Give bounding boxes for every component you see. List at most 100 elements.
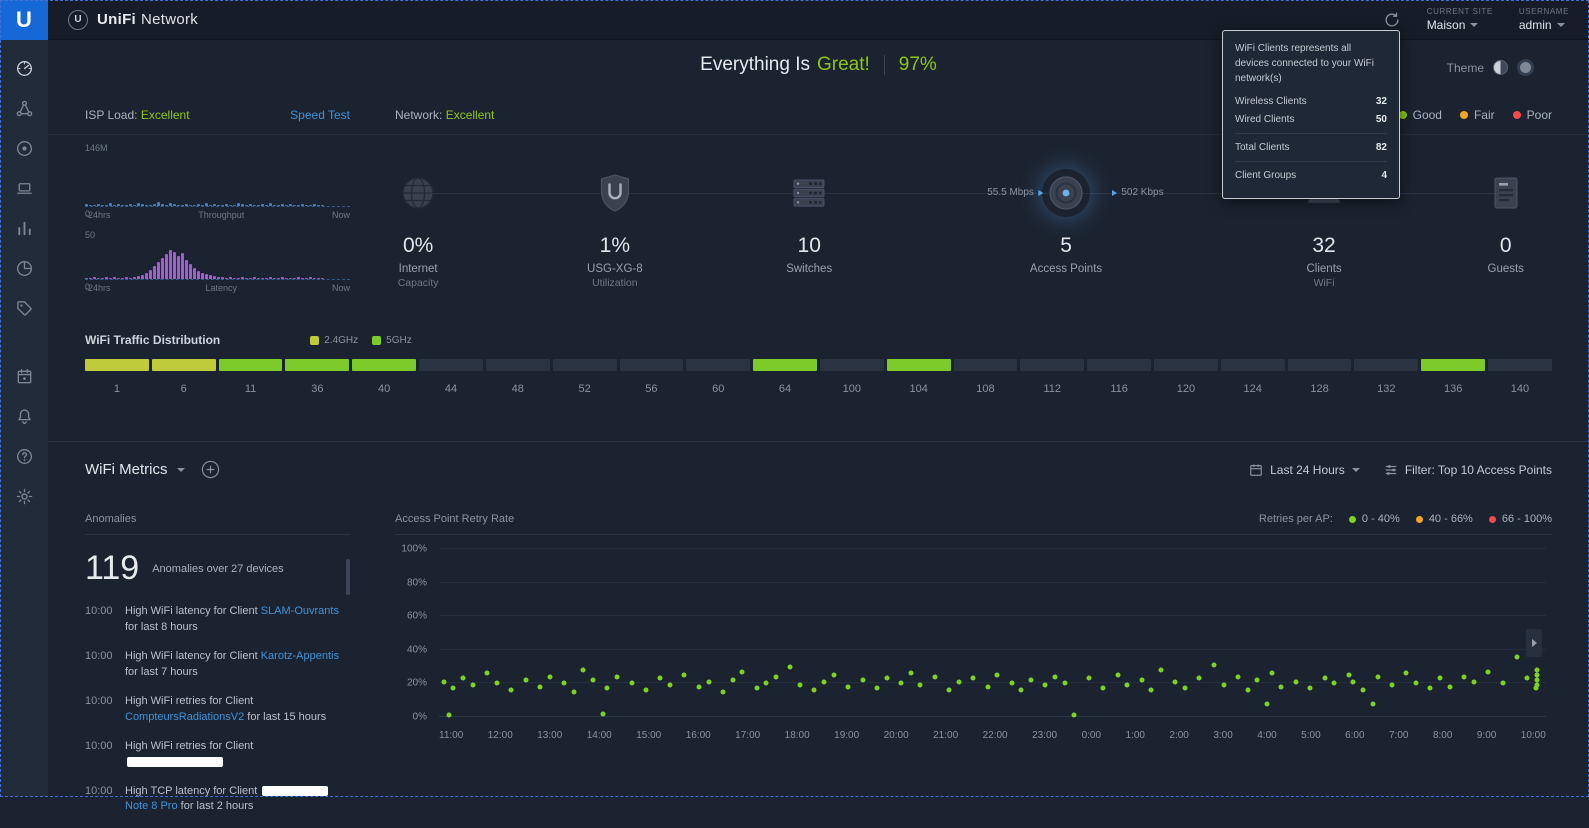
sidebar-item-dashboard[interactable] — [0, 50, 48, 90]
next-page-icon[interactable] — [1526, 629, 1542, 657]
retry-dot — [1086, 676, 1091, 681]
site-selector[interactable]: CURRENT SITE Maison — [1427, 7, 1493, 32]
x-tick-label: 6:00 — [1345, 730, 1364, 741]
sidebar-item-insights[interactable] — [0, 250, 48, 290]
spark-bar — [277, 205, 280, 206]
sidebar-item-topology[interactable] — [0, 90, 48, 130]
spark-bar — [165, 205, 168, 206]
sidebar-item-statistics[interactable] — [0, 210, 48, 250]
x-tick-label: 12:00 — [488, 730, 513, 741]
current-site-label: CURRENT SITE — [1427, 7, 1493, 16]
spark-bar — [205, 203, 208, 206]
retry-dot — [696, 684, 701, 689]
spark-bar — [261, 204, 264, 206]
retry-legend-item: 40 - 66% — [1416, 513, 1473, 525]
channel-label: 132 — [1354, 383, 1418, 395]
add-metric-icon[interactable] — [201, 460, 220, 479]
node-label: Access Points — [996, 263, 1136, 275]
retry-dot — [773, 674, 778, 679]
channel-segment-11 — [219, 359, 283, 371]
channel-segment-136 — [1421, 359, 1485, 371]
theme-light-icon[interactable] — [1493, 60, 1508, 75]
sidebar-item-events[interactable] — [0, 358, 48, 398]
sidebar-item-devices[interactable] — [0, 130, 48, 170]
access-point-icon[interactable] — [1042, 169, 1090, 217]
chevron-down-icon — [1470, 23, 1478, 27]
unifi-logo[interactable]: U — [0, 0, 48, 40]
retry-dot — [1462, 674, 1467, 679]
app-brand: U UniFiNetwork — [68, 10, 198, 30]
globe-icon[interactable] — [394, 169, 442, 217]
sidebar-item-clients[interactable] — [0, 170, 48, 210]
retry-dot — [1293, 679, 1298, 684]
spark-bar — [265, 205, 268, 206]
spark-bar — [105, 205, 108, 206]
spark-bar — [205, 274, 208, 279]
guests-icon[interactable] — [1482, 169, 1530, 217]
theme-dark-icon[interactable] — [1517, 59, 1534, 76]
y-tick-label: 60% — [407, 611, 427, 622]
spark-bar — [149, 270, 152, 279]
spark-bar — [157, 262, 160, 279]
gateway-shield-icon[interactable] — [591, 169, 639, 217]
retry-dot — [1255, 678, 1260, 683]
channel-label: 56 — [620, 383, 684, 395]
channel-label: 52 — [553, 383, 617, 395]
product-suffix: Network — [141, 11, 198, 28]
health-legend: GoodFairPoor — [1399, 108, 1552, 122]
node-value: 1% — [545, 234, 685, 258]
speed-test-link[interactable]: Speed Test — [290, 108, 350, 122]
channel-label: 108 — [954, 383, 1018, 395]
filter-selector[interactable]: Filter: Top 10 Access Points — [1384, 463, 1552, 477]
spark-bar — [237, 203, 240, 206]
spark-bar — [133, 205, 136, 206]
refresh-icon[interactable] — [1383, 11, 1401, 29]
client-link[interactable]: CompteursRadiationsV2 — [125, 711, 244, 723]
wifi-metrics-dropdown[interactable]: WiFi Metrics — [85, 461, 185, 478]
y-tick-label: 100% — [401, 544, 427, 555]
user-selector[interactable]: USERNAME admin — [1519, 7, 1569, 32]
retry-dot — [788, 664, 793, 669]
spark-bar — [217, 205, 220, 206]
channel-segment-44 — [419, 359, 483, 371]
channel-label: 48 — [486, 383, 550, 395]
sidebar-item-settings[interactable] — [0, 478, 48, 518]
channel-fill — [285, 359, 349, 371]
retry-dot — [1149, 688, 1154, 693]
anomaly-item: 10:00High WiFi retries for Client — [85, 739, 350, 771]
retry-dot — [1322, 676, 1327, 681]
retry-dot — [615, 674, 620, 679]
anomaly-count: 119 — [85, 549, 139, 588]
anomaly-text: High WiFi retries for Client CompteursRa… — [125, 694, 350, 726]
time-range-selector[interactable]: Last 24 Hours — [1249, 463, 1360, 477]
sidebar-item-tag[interactable] — [0, 290, 48, 330]
retry-dot — [995, 673, 1000, 678]
channel-label: 120 — [1154, 383, 1218, 395]
app-title: UniFiNetwork — [97, 11, 198, 28]
y-tick-label: 0% — [413, 712, 427, 723]
client-link[interactable]: SLAM-Ouvrants — [261, 605, 339, 617]
node-label: Internet — [348, 263, 488, 275]
x-tick-label: 16:00 — [686, 730, 711, 741]
status-legend-fair: Fair — [1460, 108, 1495, 122]
x-tick-label: 11:00 — [439, 730, 463, 741]
channel-label: 140 — [1488, 383, 1552, 395]
spark-bar — [237, 278, 240, 279]
retry-dot — [446, 713, 451, 718]
retry-dot — [1019, 688, 1024, 693]
switch-icon[interactable] — [785, 169, 833, 217]
retry-dot — [1471, 679, 1476, 684]
channel-segment-6 — [152, 359, 216, 371]
scrollbar-thumb[interactable] — [346, 559, 350, 595]
channel-label: 11 — [219, 383, 283, 395]
spark-bar — [257, 278, 260, 279]
client-link[interactable]: Karotz-Appentis — [261, 650, 339, 662]
retry-dot — [1351, 679, 1356, 684]
retry-dot — [956, 679, 961, 684]
sidebar-item-alerts[interactable] — [0, 398, 48, 438]
sidebar-item-help[interactable] — [0, 438, 48, 478]
anomaly-text-part: High WiFi retries for Client — [125, 695, 253, 707]
client-link[interactable]: Note 8 Pro — [125, 800, 178, 812]
retry-dot — [1500, 681, 1505, 686]
channel-segment-36 — [285, 359, 349, 371]
